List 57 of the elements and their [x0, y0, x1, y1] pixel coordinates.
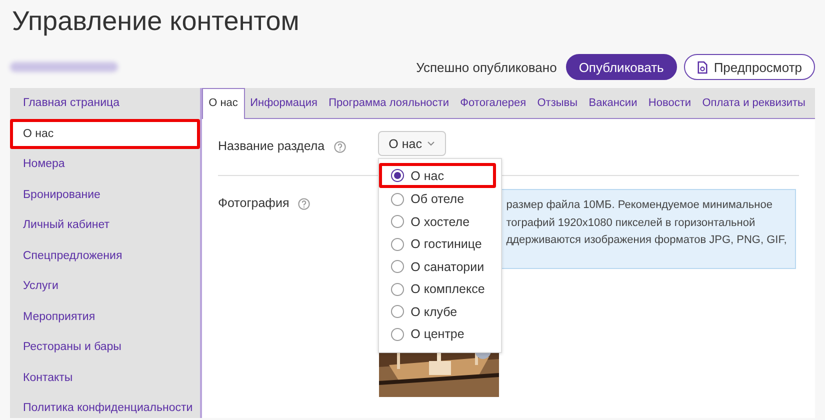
sidebar-item[interactable]: Мероприятия: [10, 302, 200, 332]
sidebar-item[interactable]: Услуги: [10, 271, 200, 302]
tab[interactable]: Программа лояльности: [323, 88, 455, 118]
sidebar-item[interactable]: Рестораны и бары: [10, 332, 200, 362]
option-label: О центре: [410, 327, 464, 342]
tab[interactable]: Фотогалерея: [454, 88, 532, 118]
dropdown-option[interactable]: О санатории: [378, 256, 501, 278]
radio-button[interactable]: [390, 260, 404, 274]
radio-button[interactable]: [390, 169, 404, 182]
field-label: Название раздела: [218, 139, 325, 153]
document-icon: [696, 60, 708, 74]
status-text: Успешно опубликовано: [416, 60, 557, 74]
sidebar-item[interactable]: Бронирование: [10, 180, 200, 210]
section-select[interactable]: О нас: [378, 131, 446, 156]
radio-button[interactable]: [390, 305, 404, 318]
option-label: Об отеле: [410, 192, 464, 206]
help-icon[interactable]: [298, 198, 310, 210]
info-text: ддерживаются изображения форматов JPG, PNG, GIF,: [506, 233, 788, 248]
publish-button[interactable]: Опубликовать: [566, 54, 677, 80]
option-label: О хостеле: [410, 214, 470, 229]
dropdown-option[interactable]: Об отеле: [378, 188, 501, 210]
sidebar-item[interactable]: Контакты: [10, 362, 200, 393]
sidebar-item[interactable]: Главная страница: [10, 88, 200, 118]
dropdown-option[interactable]: О нас: [378, 163, 496, 188]
option-label: О комплексе: [410, 282, 485, 296]
radio-button[interactable]: [390, 238, 404, 251]
tab[interactable]: Вакансии: [583, 88, 643, 118]
dropdown-option[interactable]: О центре: [378, 323, 501, 346]
field-label: Фотография: [218, 196, 290, 210]
radio-button[interactable]: [390, 215, 404, 228]
dropdown-option[interactable]: О хостеле: [378, 210, 501, 233]
help-icon[interactable]: [334, 141, 346, 153]
tab[interactable]: Новости: [642, 88, 697, 118]
dropdown-option[interactable]: О клубе: [378, 300, 501, 323]
tab[interactable]: Информация: [244, 88, 324, 118]
radio-button[interactable]: [390, 328, 404, 341]
option-label: О клубе: [410, 304, 458, 319]
sidebar-item[interactable]: О нас: [10, 118, 200, 149]
sidebar-item[interactable]: Спецпредложения: [10, 240, 200, 271]
tab[interactable]: О нас: [202, 88, 244, 119]
sidebar-item[interactable]: Личный кабинет: [10, 210, 200, 240]
info-text: размер файла 10МБ. Рекомендуемое минимальное: [506, 198, 774, 213]
caret-icon: [426, 141, 435, 146]
dropdown-option[interactable]: О комплексе: [378, 278, 501, 300]
radio-button[interactable]: [390, 282, 404, 296]
preview-button[interactable]: Предпросмотр: [684, 54, 815, 80]
tab[interactable]: Оплата и реквизиты: [696, 88, 812, 118]
tab[interactable]: Отзывы: [532, 88, 584, 118]
sidebar-item[interactable]: Номера: [10, 149, 200, 180]
radio-button[interactable]: [390, 192, 404, 206]
page-title: Управление контентом: [11, 5, 300, 38]
sidebar-item[interactable]: Политика конфиденциальности: [10, 393, 200, 420]
option-label: О гостинице: [410, 237, 482, 252]
dropdown-option[interactable]: О гостинице: [378, 233, 501, 256]
option-label: О санатории: [410, 260, 484, 274]
option-label: О нас: [410, 168, 444, 182]
info-text: тографий 1920x1080 пикселей в горизонтальной: [506, 216, 756, 230]
